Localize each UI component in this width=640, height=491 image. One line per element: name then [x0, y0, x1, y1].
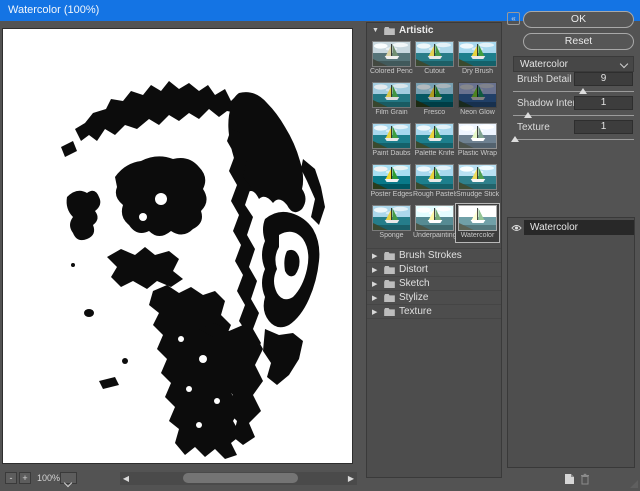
shadow-intensity-value[interactable]: 1 [574, 96, 633, 110]
filter-item-rough-pastels[interactable]: Rough Pastels [413, 163, 456, 201]
folder-icon [384, 280, 395, 288]
filter-item-poster-edges[interactable]: Poster Edges [370, 163, 413, 201]
slider-thumb[interactable] [579, 88, 588, 94]
texture-value[interactable]: 1 [574, 120, 633, 134]
zoom-out-button[interactable]: - [5, 472, 17, 484]
brush-detail-value[interactable]: 9 [574, 72, 633, 86]
category-stylize[interactable]: ▶ Stylize [367, 291, 501, 305]
texture-slider[interactable] [511, 136, 634, 142]
brush-detail-slider[interactable] [513, 88, 634, 94]
filter-item-fresco[interactable]: Fresco [413, 81, 456, 119]
zoom-in-button[interactable]: + [19, 472, 31, 484]
folder-icon [384, 252, 395, 260]
filter-item-palette-knife[interactable]: Palette Knife [413, 122, 456, 160]
scrollbar-thumb[interactable] [183, 473, 298, 483]
filter-item-colored-pencil[interactable]: Colored Pencil [370, 40, 413, 78]
category-brush-strokes[interactable]: ▶ Brush Strokes [367, 249, 501, 263]
zoom-level-value: 100% [37, 473, 61, 483]
filter-item-plastic-wrap[interactable]: Plastic Wrap [456, 122, 499, 160]
filter-thumb [458, 82, 497, 108]
filter-item-underpainting[interactable]: Underpainting [413, 204, 456, 242]
triangle-right-icon: ▶ [372, 308, 378, 316]
new-effect-layer-icon[interactable] [563, 473, 575, 485]
filter-thumb [372, 205, 411, 231]
filter-thumb [458, 41, 497, 67]
folder-open-icon [384, 27, 395, 35]
filter-thumb [458, 164, 497, 190]
filter-thumb [372, 123, 411, 149]
filter-item-film-grain[interactable]: Film Grain [370, 81, 413, 119]
filter-item-sponge[interactable]: Sponge [370, 204, 413, 242]
category-sketch[interactable]: ▶ Sketch [367, 277, 501, 291]
filter-thumb [415, 82, 454, 108]
preview-image [3, 29, 352, 463]
folder-icon [384, 294, 395, 302]
filter-thumb [372, 82, 411, 108]
filter-item-cutout[interactable]: Cutout [413, 40, 456, 78]
filter-thumb [458, 123, 497, 149]
collapsed-category-list: ▶ Brush Strokes ▶ Distort ▶ Sketch ▶ Sty… [367, 248, 501, 319]
collapse-panel-button[interactable]: « [507, 12, 520, 25]
brush-detail-label: Brush Detail [517, 74, 572, 85]
triangle-down-icon: ▼ [372, 27, 379, 34]
preview-horizontal-scrollbar[interactable]: ◀ ▶ [120, 472, 357, 485]
filter-item-dry-brush[interactable]: Dry Brush [456, 40, 499, 78]
triangle-right-icon: ▶ [372, 266, 378, 274]
texture-label: Texture [517, 122, 550, 133]
folder-icon [384, 266, 395, 274]
slider-thumb[interactable] [523, 112, 532, 118]
resize-grip[interactable] [630, 480, 638, 488]
filter-thumb [415, 205, 454, 231]
filter-thumbnail-grid: Colored Pencil Cutout Dry Brush Film Gra… [367, 38, 501, 243]
filter-select-dropdown[interactable]: Watercolor [513, 56, 634, 72]
filter-thumb [372, 164, 411, 190]
effect-layer-name: Watercolor [524, 220, 634, 235]
effect-layer-row[interactable]: Watercolor [508, 220, 634, 235]
filter-item-neon-glow[interactable]: Neon Glow [456, 81, 499, 119]
category-distort[interactable]: ▶ Distort [367, 263, 501, 277]
filter-item-smudge-stick[interactable]: Smudge Stick [456, 163, 499, 201]
reset-button[interactable]: Reset [523, 33, 634, 50]
filter-thumb [458, 205, 497, 231]
triangle-right-icon: ▶ [372, 280, 378, 288]
filter-item-paint-daubs[interactable]: Paint Daubs [370, 122, 413, 160]
triangle-right-icon: ▶ [372, 294, 378, 302]
chevron-down-icon [63, 478, 73, 488]
folder-icon [384, 308, 395, 316]
scroll-right-icon[interactable]: ▶ [345, 472, 357, 485]
filter-item-watercolor-selected[interactable]: Watercolor [455, 203, 500, 243]
filter-preview-canvas[interactable] [3, 29, 352, 463]
filter-thumb [415, 164, 454, 190]
filter-thumb [372, 41, 411, 67]
slider-thumb[interactable] [511, 136, 520, 142]
triangle-right-icon: ▶ [372, 252, 378, 260]
filter-thumb [415, 123, 454, 149]
ok-button[interactable]: OK [523, 11, 634, 28]
shadow-intensity-slider[interactable] [513, 112, 634, 118]
zoom-dropdown-button[interactable] [60, 472, 77, 488]
chevron-down-icon [619, 59, 629, 69]
category-texture[interactable]: ▶ Texture [367, 305, 501, 319]
delete-effect-layer-trash-icon [581, 473, 589, 485]
visibility-eye-icon[interactable] [508, 219, 524, 237]
filter-thumb [415, 41, 454, 67]
scroll-left-icon[interactable]: ◀ [120, 472, 132, 485]
effect-layers-panel: Watercolor [507, 217, 635, 468]
filter-browser-panel: ▼ Artistic Colored Pencil Cutout Dry Bru… [366, 22, 502, 478]
category-artistic-header[interactable]: ▼ Artistic [367, 23, 501, 38]
